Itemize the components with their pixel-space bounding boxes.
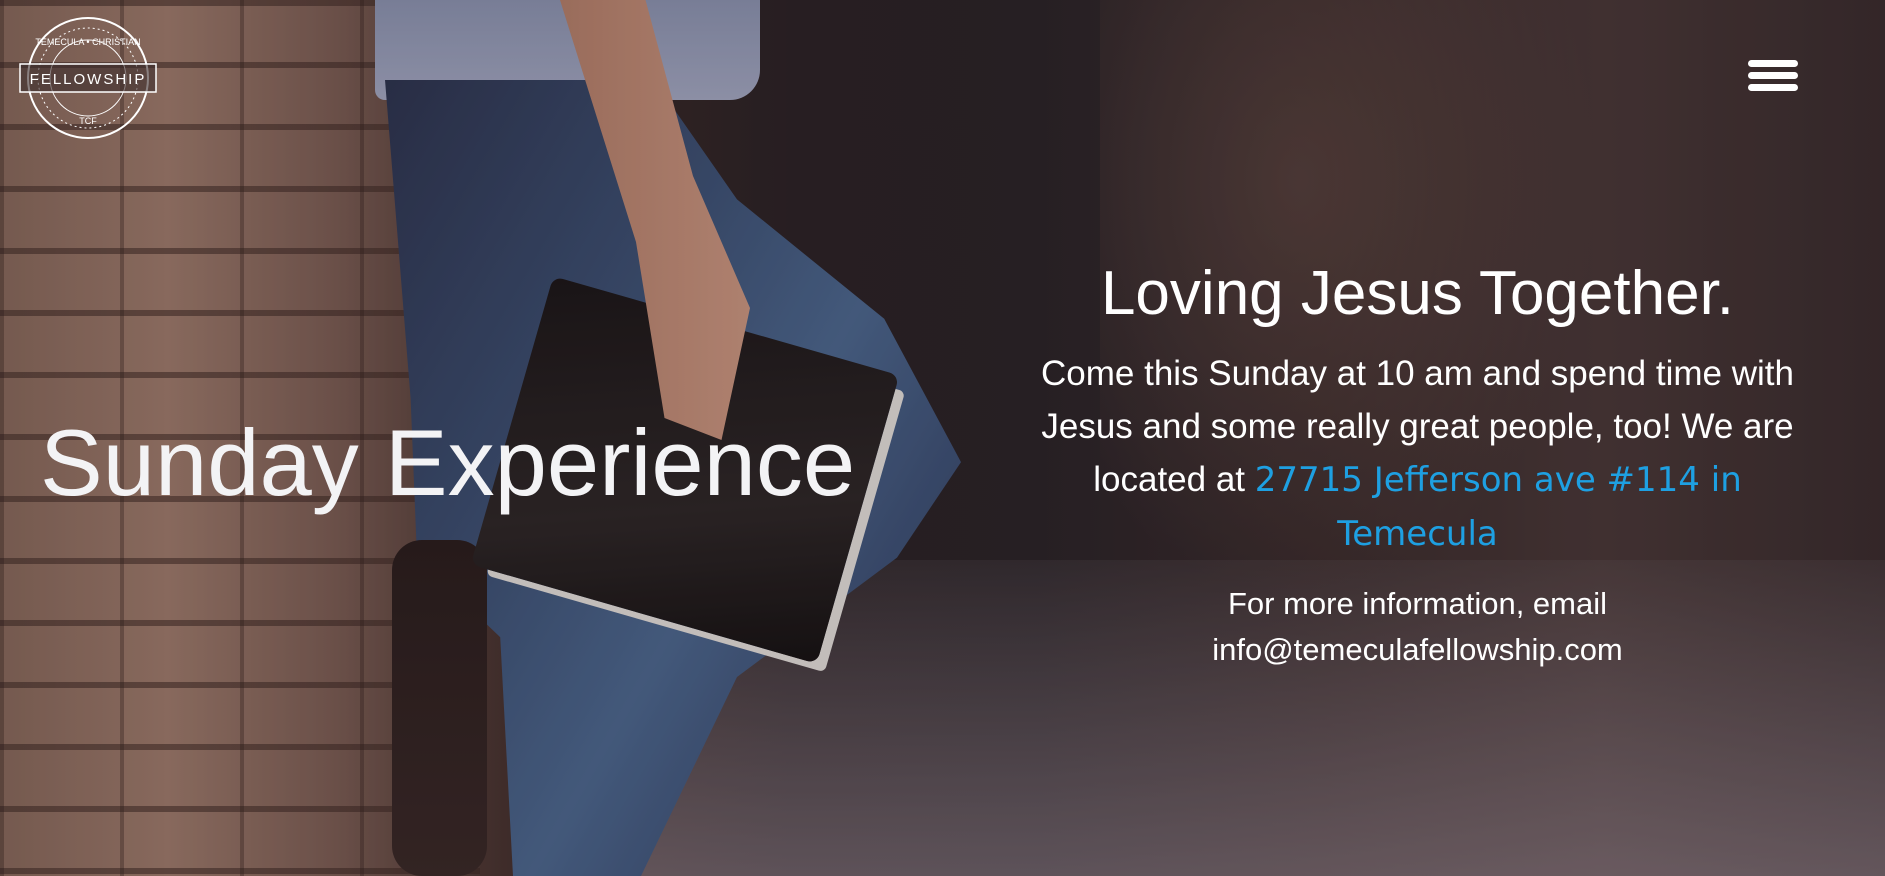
menu-bar xyxy=(1748,84,1798,91)
hero-section: TEMECULA • CHRISTIAN FELLOWSHIP TCF Sund… xyxy=(0,0,1885,876)
menu-bar xyxy=(1748,60,1798,67)
info-body: Come this Sunday at 10 am and spend time… xyxy=(1030,347,1805,561)
contact-line: For more information, email xyxy=(1227,586,1607,621)
hamburger-menu-icon[interactable] xyxy=(1748,56,1800,96)
menu-bar xyxy=(1748,72,1798,79)
logo-top-text: TEMECULA • CHRISTIAN xyxy=(35,37,140,47)
info-heading: Loving Jesus Together. xyxy=(1100,259,1735,328)
logo-bottom-text: TCF xyxy=(79,116,97,126)
contact-info: For more information, email info@temecul… xyxy=(1030,581,1805,673)
address-link[interactable]: 27715 Jefferson ave #114 in Temecula xyxy=(1255,460,1742,554)
info-panel: Loving Jesus Together. Come this Sunday … xyxy=(1030,255,1805,673)
site-logo[interactable]: TEMECULA • CHRISTIAN FELLOWSHIP TCF xyxy=(18,15,158,141)
hero-title: Sunday Experience xyxy=(40,410,856,515)
logo-center-text: FELLOWSHIP xyxy=(30,71,147,88)
contact-email[interactable]: info@temeculafellowship.com xyxy=(1212,632,1623,667)
